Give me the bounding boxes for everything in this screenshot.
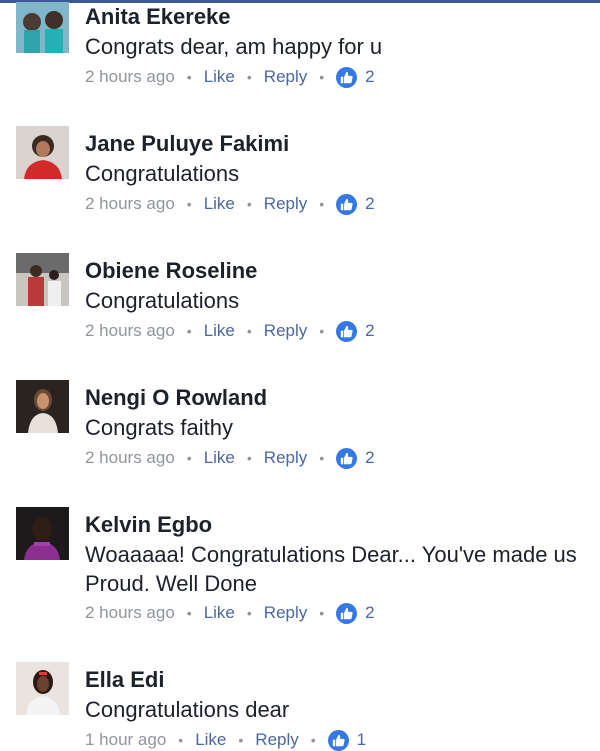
comment-text: Congratulations	[85, 161, 240, 186]
separator-dot: •	[186, 605, 192, 621]
comment-actions: 2 hours ago • Like • Reply • 2	[85, 320, 375, 342]
commenter-name[interactable]: Ella Edi	[85, 667, 164, 693]
comment-text: Congrats dear, am happy for u	[85, 34, 383, 59]
commenter-name[interactable]: Jane Puluye Fakimi	[85, 131, 289, 157]
thumbs-up-icon[interactable]	[336, 447, 358, 469]
like-link[interactable]: Like	[204, 602, 235, 624]
like-link[interactable]: Like	[204, 447, 235, 469]
avatar[interactable]	[16, 126, 69, 179]
like-count[interactable]: 2	[365, 602, 374, 624]
commenter-name[interactable]: Obiene Roseline	[85, 258, 257, 284]
separator-dot: •	[319, 323, 325, 339]
like-count[interactable]: 2	[365, 193, 374, 215]
avatar[interactable]	[16, 662, 69, 715]
thumbs-up-icon[interactable]	[336, 66, 358, 88]
comment-text: Congrats faithy	[85, 415, 233, 440]
reply-link[interactable]: Reply	[264, 193, 307, 215]
like-count[interactable]: 2	[365, 66, 374, 88]
commenter-name[interactable]: Kelvin Egbo	[85, 512, 212, 538]
like-count[interactable]: 2	[365, 320, 374, 342]
separator-dot: •	[310, 732, 316, 748]
commenter-name[interactable]: Nengi O Rowland	[85, 385, 267, 411]
separator-dot: •	[186, 450, 192, 466]
separator-dot: •	[319, 69, 325, 85]
avatar[interactable]	[16, 253, 69, 306]
comment-timestamp[interactable]: 2 hours ago	[85, 447, 175, 469]
separator-dot: •	[246, 450, 252, 466]
comment-actions: 2 hours ago • Like • Reply • 2	[85, 66, 375, 88]
avatar[interactable]	[16, 2, 69, 53]
comment-timestamp[interactable]: 2 hours ago	[85, 320, 175, 342]
separator-dot: •	[319, 605, 325, 621]
separator-dot: •	[246, 69, 252, 85]
separator-dot: •	[186, 323, 192, 339]
avatar[interactable]	[16, 507, 69, 560]
like-count[interactable]: 1	[357, 729, 366, 751]
top-accent-bar	[0, 0, 600, 3]
like-link[interactable]: Like	[204, 66, 235, 88]
reply-link[interactable]: Reply	[264, 447, 307, 469]
separator-dot: •	[186, 69, 192, 85]
thumbs-up-icon[interactable]	[336, 602, 358, 624]
separator-dot: •	[186, 196, 192, 212]
like-count[interactable]: 2	[365, 447, 374, 469]
comment-actions: 2 hours ago • Like • Reply • 2	[85, 193, 375, 215]
reply-link[interactable]: Reply	[264, 602, 307, 624]
comment-actions: 2 hours ago • Like • Reply • 2	[85, 602, 375, 624]
thumbs-up-icon[interactable]	[327, 729, 349, 751]
reply-link[interactable]: Reply	[255, 729, 298, 751]
reply-link[interactable]: Reply	[264, 320, 307, 342]
comment-actions: 1 hour ago • Like • Reply • 1	[85, 729, 366, 751]
separator-dot: •	[178, 732, 184, 748]
thumbs-up-icon[interactable]	[336, 193, 358, 215]
comment-actions: 2 hours ago • Like • Reply • 2	[85, 447, 375, 469]
separator-dot: •	[319, 196, 325, 212]
like-link[interactable]: Like	[195, 729, 226, 751]
avatar[interactable]	[16, 380, 69, 433]
like-link[interactable]: Like	[204, 193, 235, 215]
separator-dot: •	[246, 605, 252, 621]
comment-text: Woaaaaa! Congratulations Dear... You've …	[85, 542, 577, 596]
comment-text: Congratulations	[85, 288, 240, 313]
separator-dot: •	[319, 450, 325, 466]
comment-timestamp[interactable]: 2 hours ago	[85, 193, 175, 215]
like-link[interactable]: Like	[204, 320, 235, 342]
thumbs-up-icon[interactable]	[336, 320, 358, 342]
commenter-name[interactable]: Anita Ekereke	[85, 4, 231, 30]
separator-dot: •	[246, 196, 252, 212]
comment-text: Congratulations dear	[85, 697, 290, 722]
separator-dot: •	[246, 323, 252, 339]
reply-link[interactable]: Reply	[264, 66, 307, 88]
comment-timestamp[interactable]: 2 hours ago	[85, 602, 175, 624]
comment-timestamp[interactable]: 2 hours ago	[85, 66, 175, 88]
comment-timestamp[interactable]: 1 hour ago	[85, 729, 166, 751]
separator-dot: •	[238, 732, 244, 748]
